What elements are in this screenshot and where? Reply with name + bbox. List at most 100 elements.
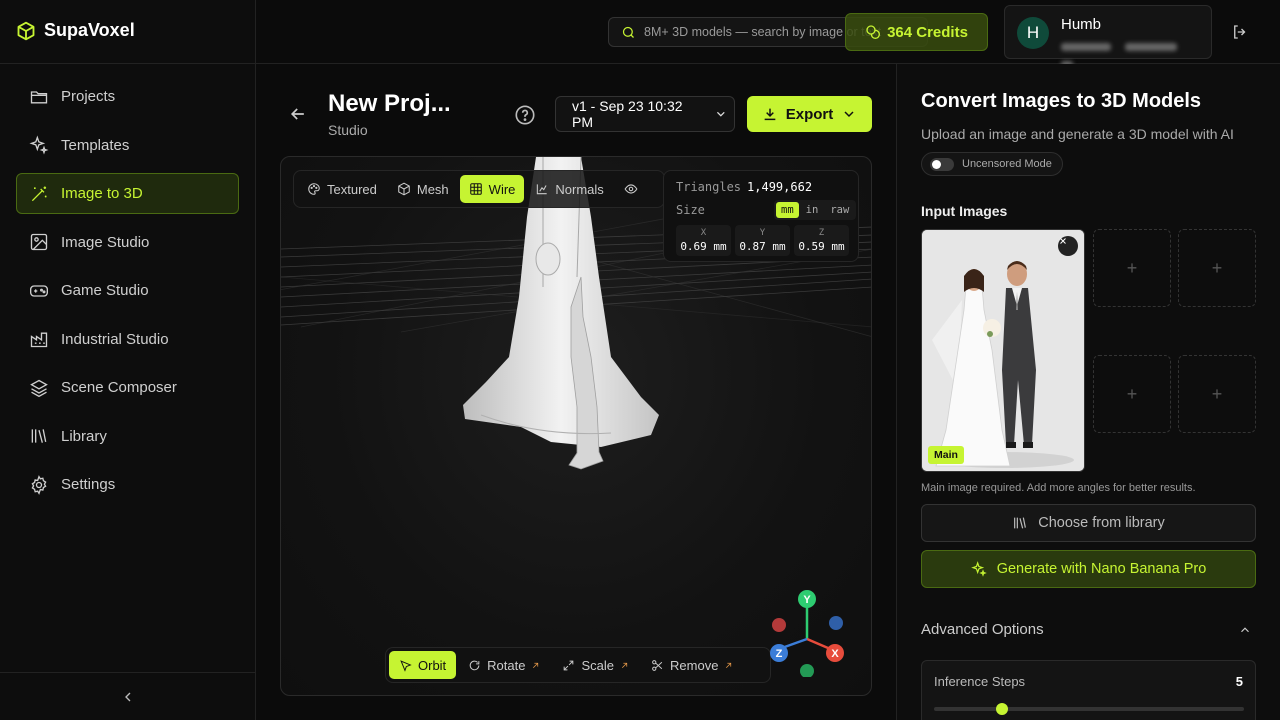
add-image-slot[interactable]: + bbox=[1093, 229, 1171, 307]
gizmo-y-label: Y bbox=[803, 594, 811, 606]
top-bar: 8M+ 3D models — search by image or text … bbox=[256, 0, 1280, 69]
plus-icon: + bbox=[1211, 383, 1223, 404]
triangle-count-value: 1,499,662 bbox=[747, 180, 813, 194]
gizmo-x-label: X bbox=[831, 648, 839, 660]
advanced-options-toggle[interactable]: Advanced Options bbox=[921, 621, 1256, 638]
dimension-x: X 0.69 mm bbox=[676, 225, 731, 256]
unit-raw-button[interactable]: raw bbox=[825, 202, 854, 218]
magic-wand-icon bbox=[31, 186, 47, 201]
toggle-label: Uncensored Mode bbox=[962, 158, 1052, 170]
unit-mm-button[interactable]: mm bbox=[776, 202, 799, 218]
gizmo-z-label: Z bbox=[776, 648, 783, 660]
mode-mesh-button[interactable]: Mesh bbox=[388, 175, 458, 203]
eye-icon bbox=[624, 184, 638, 194]
library-icon bbox=[1014, 517, 1027, 529]
sparkles-icon bbox=[29, 135, 49, 155]
mode-textured-button[interactable]: Textured bbox=[298, 175, 386, 203]
axis-gizmo[interactable]: Y X Z bbox=[761, 577, 861, 677]
project-subtitle: Studio bbox=[328, 122, 368, 138]
inference-steps-slider[interactable] bbox=[934, 703, 1244, 715]
expand-icon bbox=[564, 660, 574, 670]
mode-wire-button[interactable]: Wire bbox=[459, 175, 525, 203]
sidebar-item-library[interactable]: Library bbox=[16, 416, 239, 457]
editor-area: New Proj... Studio v1 - Sep 23 10:32 PM … bbox=[256, 64, 897, 720]
triangle-count: Triangles 1,499,662 bbox=[676, 180, 813, 194]
folder-icon bbox=[30, 90, 48, 103]
add-image-slot[interactable]: + bbox=[1093, 355, 1171, 433]
rotate-tool-button[interactable]: Rotate bbox=[458, 651, 550, 679]
visibility-toggle[interactable] bbox=[615, 175, 638, 203]
inference-steps-control: Inference Steps 5 bbox=[921, 660, 1256, 720]
choose-from-library-button[interactable]: Choose from library bbox=[921, 504, 1256, 542]
brand-name: SupaVoxel bbox=[44, 20, 135, 40]
remove-tool-button[interactable]: Remove bbox=[641, 651, 743, 679]
sidebar-item-label: Settings bbox=[61, 476, 116, 493]
plus-icon: + bbox=[1126, 257, 1138, 278]
orbit-tool-button[interactable]: Orbit bbox=[389, 651, 457, 679]
version-select[interactable]: v1 - Sep 23 10:32 PM bbox=[555, 96, 735, 132]
external-arrow-icon bbox=[622, 662, 628, 668]
layers-icon bbox=[30, 379, 48, 397]
sidebar-item-projects[interactable]: Projects bbox=[16, 76, 239, 117]
uncensored-mode-toggle[interactable]: Uncensored Mode bbox=[921, 152, 1063, 176]
add-image-slot[interactable]: + bbox=[1178, 229, 1256, 307]
cube-icon bbox=[398, 182, 410, 196]
size-label: Size bbox=[676, 203, 705, 217]
scissors-icon bbox=[652, 659, 663, 671]
sidebar-item-label: Image Studio bbox=[61, 233, 150, 251]
main-input-image[interactable]: Main bbox=[921, 229, 1085, 472]
credits-button[interactable]: 364 Credits bbox=[845, 13, 988, 51]
sidebar-item-image-studio[interactable]: Image Studio bbox=[16, 222, 239, 263]
sidebar-item-scene-composer[interactable]: Scene Composer bbox=[16, 367, 239, 408]
unit-in-button[interactable]: in bbox=[801, 202, 824, 218]
mode-label: Textured bbox=[327, 181, 377, 197]
sidebar-item-industrial-studio[interactable]: Industrial Studio bbox=[16, 319, 239, 360]
mode-normals-button[interactable]: Normals bbox=[526, 175, 612, 203]
cursor-icon bbox=[400, 659, 412, 672]
generation-panel: Convert Images to 3D Models Upload an im… bbox=[897, 64, 1280, 720]
mode-label: Wire bbox=[488, 181, 516, 197]
sparkles-icon bbox=[970, 561, 987, 577]
couple-photo bbox=[922, 230, 1084, 471]
user-email-redacted bbox=[1061, 38, 1201, 69]
add-image-slot[interactable]: + bbox=[1178, 355, 1256, 433]
library-icon bbox=[31, 429, 47, 443]
panel-subtitle: Upload an image and generate a 3D model … bbox=[921, 126, 1234, 142]
plus-icon: + bbox=[1211, 257, 1223, 278]
version-label: v1 - Sep 23 10:32 PM bbox=[572, 98, 683, 130]
sidebar: SupaVoxel Projects Templates Image to 3D… bbox=[0, 0, 256, 720]
sidebar-item-label: Industrial Studio bbox=[61, 330, 169, 348]
back-arrow-icon[interactable] bbox=[288, 104, 308, 124]
generate-button[interactable]: Generate with Nano Banana Pro bbox=[921, 550, 1256, 588]
remove-image-button[interactable] bbox=[1058, 236, 1078, 256]
dimension-readout: X 0.69 mm Y 0.87 mm Z 0.59 mm bbox=[676, 225, 849, 256]
credits-label: 364 Credits bbox=[887, 23, 968, 41]
sidebar-item-settings[interactable]: Settings bbox=[16, 464, 239, 505]
user-menu[interactable]: H Humb bbox=[1004, 5, 1212, 69]
sidebar-item-image-to-3d[interactable]: Image to 3D bbox=[16, 173, 239, 214]
logout-icon[interactable] bbox=[1231, 23, 1249, 41]
export-button[interactable]: Export bbox=[747, 96, 872, 132]
sidebar-item-game-studio[interactable]: Game Studio bbox=[16, 270, 239, 311]
unit-switcher: mm in raw bbox=[774, 200, 857, 220]
input-images-label: Input Images bbox=[921, 203, 1008, 219]
inference-steps-label: Inference Steps bbox=[934, 674, 1026, 689]
collapse-sidebar-button[interactable] bbox=[0, 672, 255, 720]
chevron-down-icon bbox=[717, 111, 726, 117]
plus-icon: + bbox=[1126, 383, 1138, 404]
palette-icon bbox=[308, 183, 320, 195]
scale-tool-button[interactable]: Scale bbox=[552, 651, 639, 679]
dimension-z: Z 0.59 mm bbox=[794, 225, 849, 256]
project-title[interactable]: New Proj... bbox=[328, 90, 451, 118]
sidebar-item-label: Scene Composer bbox=[61, 379, 177, 396]
toggle-switch[interactable] bbox=[930, 157, 954, 171]
brand-logo[interactable]: SupaVoxel bbox=[16, 20, 135, 41]
render-mode-toolbar: Textured Mesh Wire Normals bbox=[293, 170, 665, 208]
factory-icon bbox=[30, 332, 48, 348]
sidebar-item-templates[interactable]: Templates bbox=[16, 125, 239, 166]
help-icon[interactable] bbox=[514, 104, 536, 126]
avatar: H bbox=[1017, 17, 1049, 49]
gear-icon bbox=[31, 474, 47, 495]
slider-thumb[interactable] bbox=[996, 703, 1009, 715]
3d-viewport[interactable]: Textured Mesh Wire Normals Triangles 1,49… bbox=[280, 156, 872, 696]
